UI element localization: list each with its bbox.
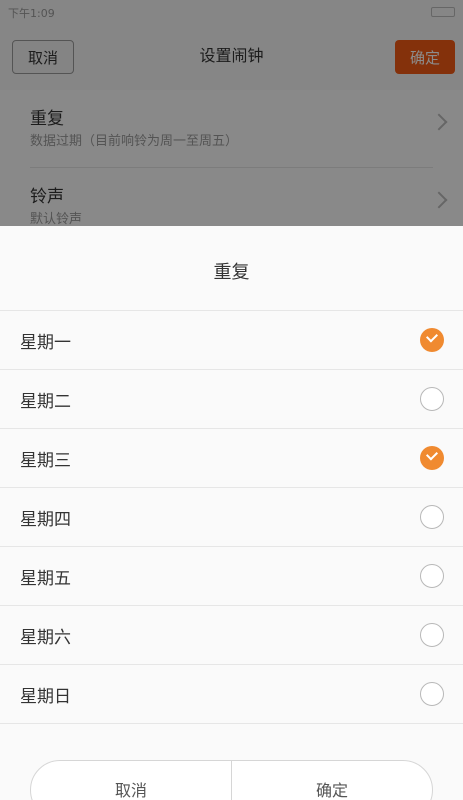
check-circle-icon[interactable] xyxy=(420,682,444,706)
sheet-cancel-button[interactable]: 取消 xyxy=(31,761,231,800)
day-label: 星期二 xyxy=(20,391,71,412)
check-circle-icon[interactable] xyxy=(420,328,444,352)
sheet-title: 重复 xyxy=(213,262,250,283)
check-circle-icon[interactable] xyxy=(420,446,444,470)
day-label: 星期一 xyxy=(20,332,71,353)
sheet-actions: 取消 确定 xyxy=(30,760,433,800)
day-row-wednesday[interactable]: 星期三 xyxy=(0,429,463,488)
day-label: 星期三 xyxy=(20,450,71,471)
check-circle-icon[interactable] xyxy=(420,387,444,411)
day-label: 星期四 xyxy=(20,509,71,530)
day-row-thursday[interactable]: 星期四 xyxy=(0,488,463,547)
check-circle-icon[interactable] xyxy=(420,623,444,647)
day-label: 星期六 xyxy=(20,627,71,648)
day-row-monday[interactable]: 星期一 xyxy=(0,311,463,370)
day-row-friday[interactable]: 星期五 xyxy=(0,547,463,606)
sheet-confirm-button[interactable]: 确定 xyxy=(231,761,432,800)
day-row-sunday[interactable]: 星期日 xyxy=(0,665,463,724)
check-circle-icon[interactable] xyxy=(420,505,444,529)
day-row-tuesday[interactable]: 星期二 xyxy=(0,370,463,429)
day-label: 星期五 xyxy=(20,568,71,589)
day-list: 星期一 星期二 星期三 星期四 星期五 星期六 星期日 xyxy=(0,310,463,724)
day-label: 星期日 xyxy=(20,686,71,707)
check-circle-icon[interactable] xyxy=(420,564,444,588)
repeat-sheet: 重复 星期一 星期二 星期三 星期四 星期五 星期六 星期日 取消 确定 xyxy=(0,226,463,800)
day-row-saturday[interactable]: 星期六 xyxy=(0,606,463,665)
